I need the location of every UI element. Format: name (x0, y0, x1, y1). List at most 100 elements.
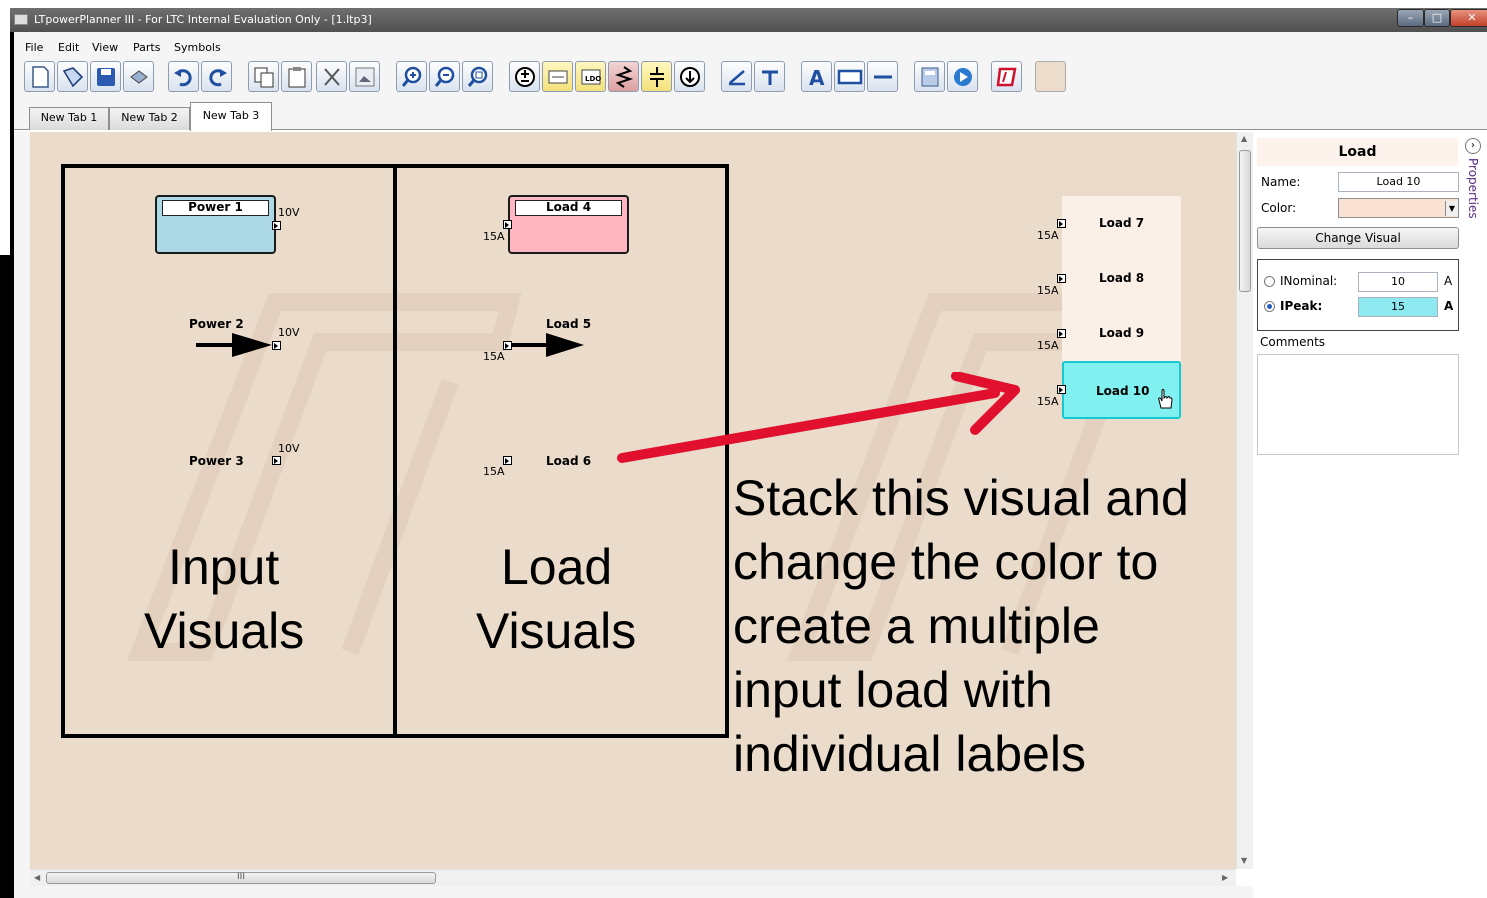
capacitor-icon (649, 66, 664, 87)
load-7-block[interactable]: Load 7 (1062, 196, 1181, 251)
scroll-left-icon[interactable]: ◀ (34, 873, 40, 882)
power-1-label: Power 1 (162, 200, 269, 216)
properties-vertical-tab[interactable]: Properties (1466, 158, 1480, 219)
calculator-icon (921, 67, 938, 86)
close-button[interactable]: ✕ (1450, 9, 1487, 27)
load-4-block[interactable]: Load 4 (508, 195, 629, 254)
toolbar: LDO A (14, 58, 1487, 100)
vertical-scrollbar[interactable]: ▲ ▼ (1236, 132, 1253, 869)
tab-new-tab-1[interactable]: New Tab 1 (29, 107, 109, 130)
svg-text:LDO: LDO (585, 75, 601, 83)
add-rectangle-button[interactable] (834, 61, 865, 92)
ipeak-unit: A (1444, 299, 1454, 313)
new-document-icon (31, 65, 49, 88)
zoom-in-button[interactable] (396, 61, 427, 92)
new-document-button[interactable] (24, 61, 55, 92)
menu-parts[interactable]: Parts (133, 41, 160, 54)
power-1-voltage: 10V (278, 206, 300, 219)
add-converter-button[interactable] (542, 61, 573, 92)
ipeak-field[interactable]: 15 (1358, 297, 1438, 317)
maximize-button[interactable]: □ (1424, 9, 1450, 27)
output-port[interactable] (272, 341, 281, 350)
image-icon (355, 67, 374, 86)
print-button[interactable] (123, 61, 154, 92)
input-port[interactable] (1057, 219, 1066, 228)
connector-icon (761, 70, 778, 85)
color-select[interactable]: ▼ (1338, 198, 1459, 218)
app-icon (14, 14, 28, 25)
menu-file[interactable]: File (25, 41, 43, 54)
output-port[interactable] (272, 456, 281, 465)
scroll-down-icon[interactable]: ▼ (1241, 856, 1247, 865)
paste-button[interactable] (281, 61, 312, 92)
undo-button[interactable] (168, 61, 199, 92)
color-swatch-button[interactable] (1035, 61, 1066, 92)
menu-view[interactable]: View (92, 41, 118, 54)
add-power-source-button[interactable] (509, 61, 540, 92)
menu-edit[interactable]: Edit (58, 41, 79, 54)
power-2-arrow[interactable] (194, 331, 276, 359)
ipeak-radio[interactable] (1264, 301, 1275, 312)
cut-button[interactable] (316, 61, 347, 92)
add-resistor-button[interactable] (608, 61, 639, 92)
vertical-scroll-thumb[interactable] (1239, 150, 1251, 292)
add-capacitor-button[interactable] (641, 61, 672, 92)
chevron-down-icon[interactable]: ▼ (1445, 201, 1458, 216)
redo-button[interactable] (201, 61, 232, 92)
current-settings-group: INominal: 10 A IPeak: 15 A (1257, 259, 1459, 331)
power-1-block[interactable]: Power 1 (155, 195, 276, 254)
minimize-button[interactable]: – (1397, 9, 1424, 27)
run-button[interactable] (947, 61, 978, 92)
save-button[interactable] (90, 61, 121, 92)
input-port[interactable] (1057, 329, 1066, 338)
undo-icon (173, 68, 192, 86)
inominal-radio[interactable] (1264, 276, 1275, 287)
inominal-unit: A (1444, 274, 1453, 288)
name-field[interactable]: Load 10 (1338, 172, 1459, 192)
open-button[interactable] (57, 61, 88, 92)
logo-button[interactable] (991, 61, 1022, 92)
section-border-left (61, 164, 65, 738)
add-ldo-button[interactable]: LDO (575, 61, 606, 92)
horizontal-scrollbar[interactable]: ◀ III ▶ (30, 869, 1236, 886)
zoom-out-icon (434, 66, 454, 87)
inominal-field[interactable]: 10 (1358, 272, 1438, 292)
add-line-button[interactable] (721, 61, 752, 92)
menu-symbols[interactable]: Symbols (174, 41, 221, 54)
input-port[interactable] (503, 220, 512, 229)
input-port[interactable] (1057, 385, 1066, 394)
load-9-block[interactable]: Load 9 (1062, 306, 1181, 361)
zoom-out-button[interactable] (429, 61, 460, 92)
add-load-button[interactable] (674, 61, 705, 92)
copy-button[interactable] (248, 61, 279, 92)
input-port[interactable] (1057, 274, 1066, 283)
scroll-up-icon[interactable]: ▲ (1241, 134, 1247, 143)
input-port[interactable] (503, 456, 512, 465)
image-button[interactable] (349, 61, 380, 92)
tab-new-tab-3[interactable]: New Tab 3 (190, 102, 272, 131)
paste-icon (288, 66, 305, 87)
add-divider-button[interactable] (867, 61, 898, 92)
add-connector-button[interactable] (754, 61, 785, 92)
title-bar[interactable]: LTpowerPlanner III - For LTC Internal Ev… (10, 8, 1487, 32)
comments-textarea[interactable] (1257, 354, 1459, 455)
zoom-fit-button[interactable] (462, 61, 493, 92)
horizontal-scroll-thumb[interactable]: III (46, 872, 436, 884)
properties-panel: Load › Properties Name: Load 10 Color: ▼… (1253, 132, 1487, 898)
load-5-arrow[interactable] (508, 331, 590, 359)
load-7-label: Load 7 (1099, 216, 1145, 230)
add-text-button[interactable]: A (801, 61, 832, 92)
scroll-right-icon[interactable]: ▶ (1222, 873, 1228, 882)
design-canvas[interactable]: Power 1 10V Power 2 10V Power 3 10V Inpu… (30, 132, 1236, 869)
load-4-current: 15A (483, 230, 505, 243)
load-10-block[interactable]: Load 10 (1062, 361, 1181, 419)
calculate-button[interactable] (914, 61, 945, 92)
change-visual-button[interactable]: Change Visual (1257, 227, 1459, 249)
collapse-panel-icon[interactable]: › (1465, 138, 1481, 154)
input-port[interactable] (503, 341, 512, 350)
output-port[interactable] (272, 221, 281, 230)
load-8-block[interactable]: Load 8 (1062, 251, 1181, 306)
load-7-current: 15A (1037, 229, 1059, 242)
tab-new-tab-2[interactable]: New Tab 2 (109, 107, 190, 130)
play-icon (953, 67, 972, 86)
